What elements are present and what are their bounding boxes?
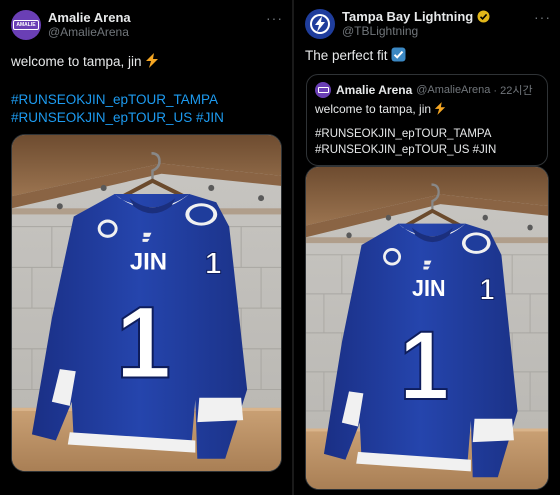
hashtags-line-1[interactable]: #RUNSEOKJIN_epTOUR_TAMPA <box>11 90 218 109</box>
right-tweet-header: Tampa Bay Lightning @TBLightning <box>305 9 490 39</box>
tweet-text: The perfect fit <box>305 48 388 63</box>
left-tweet: AMALIE Amalie Arena @AmalieArena ··· wel… <box>0 0 292 495</box>
right-tweet: Tampa Bay Lightning @TBLightning ··· The… <box>294 0 560 495</box>
tweet-text: welcome to tampa, jin <box>11 54 142 69</box>
quote-author-name: Amalie Arena <box>336 83 413 97</box>
author-handle[interactable]: @TBLightning <box>342 24 490 39</box>
jersey-name: JIN <box>412 275 445 301</box>
tweet-text-line: welcome to tampa, jin <box>11 52 159 71</box>
jersey-image: JIN 1 1 <box>12 135 281 471</box>
lightning-bolt-emoji <box>146 53 159 68</box>
sleeve-number: 1 <box>480 274 495 306</box>
more-icon[interactable]: ··· <box>266 10 283 26</box>
tweet-text-line: The perfect fit <box>305 46 406 65</box>
quote-text-line: welcome to tampa, jin <box>315 102 446 116</box>
author-name[interactable]: Amalie Arena <box>48 10 131 25</box>
author-name[interactable]: Tampa Bay Lightning <box>342 9 473 24</box>
quoted-tweet[interactable]: Amalie Arena @AmalieArena · 22시간 welcome… <box>306 74 548 166</box>
more-icon[interactable]: ··· <box>534 9 551 25</box>
left-tweet-header: AMALIE Amalie Arena @AmalieArena <box>11 10 131 40</box>
jersey-image: JIN 1 1 <box>306 167 548 489</box>
lightning-avatar[interactable] <box>305 9 335 39</box>
quote-author-handle: @AmalieArena <box>416 84 491 96</box>
quote-time: · 22시간 <box>493 85 533 97</box>
lightning-logo-icon <box>310 14 330 34</box>
quote-header: Amalie Arena @AmalieArena · 22시간 <box>315 82 533 98</box>
avatar-logo-text: AMALIE <box>13 20 39 30</box>
sleeve-number: 1 <box>205 247 222 280</box>
quote-hashtags-line-1: #RUNSEOKJIN_epTOUR_TAMPA <box>315 128 492 140</box>
hashtags-line-2[interactable]: #RUNSEOKJIN_epTOUR_US #JIN <box>11 108 224 127</box>
jersey-number: 1 <box>116 286 171 399</box>
quote-avatar <box>315 82 331 98</box>
quote-text: welcome to tampa, jin <box>315 102 432 116</box>
author-name-row: Tampa Bay Lightning <box>342 9 490 24</box>
quote-hashtags-line-2: #RUNSEOKJIN_epTOUR_US #JIN <box>315 144 497 156</box>
lightning-bolt-emoji <box>435 102 446 115</box>
jersey-number: 1 <box>399 311 449 420</box>
jersey-photo[interactable]: JIN 1 1 <box>11 134 282 472</box>
jersey-name: JIN <box>130 248 167 275</box>
check-box-emoji <box>391 47 406 62</box>
author-handle[interactable]: @AmalieArena <box>48 25 131 40</box>
verified-badge-icon <box>477 10 490 23</box>
jersey-photo[interactable]: JIN 1 1 <box>305 166 549 490</box>
amalie-avatar[interactable]: AMALIE <box>11 10 41 40</box>
